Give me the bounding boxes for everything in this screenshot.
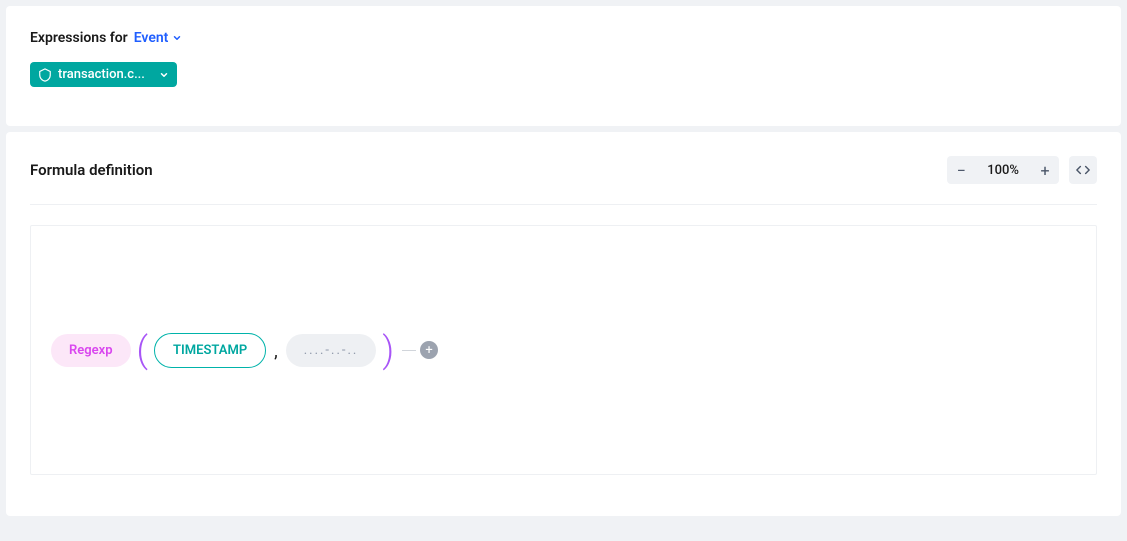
- connector-line: [402, 350, 416, 351]
- formula-header: Formula definition − 100% +: [30, 156, 1097, 205]
- formula-panel: Formula definition − 100% + Regexp ( TIM…: [6, 132, 1121, 516]
- transaction-chip[interactable]: transaction.c...: [30, 62, 177, 87]
- transaction-chip-text: transaction.c...: [58, 67, 145, 82]
- zoom-out-button[interactable]: −: [947, 156, 975, 184]
- expressions-header: Expressions for Event: [30, 30, 1097, 46]
- add-expression-button[interactable]: +: [420, 341, 438, 359]
- argument-pill-timestamp[interactable]: TIMESTAMP: [154, 333, 266, 368]
- argument-pill-pattern[interactable]: ....-..-..: [286, 334, 377, 367]
- expressions-label: Expressions for: [30, 30, 128, 46]
- zoom-value: 100%: [975, 163, 1031, 178]
- data-icon: [38, 68, 52, 82]
- comma-separator: ,: [270, 341, 282, 368]
- formula-expression: Regexp ( TIMESTAMP , ....-..-.. ) +: [51, 332, 438, 368]
- expressions-panel: Expressions for Event transaction.c...: [6, 6, 1121, 126]
- zoom-in-button[interactable]: +: [1031, 156, 1059, 184]
- formula-controls: − 100% +: [947, 156, 1097, 184]
- open-paren: (: [135, 332, 151, 368]
- formula-title: Formula definition: [30, 161, 153, 179]
- function-pill-regexp[interactable]: Regexp: [51, 334, 131, 367]
- chevron-down-icon: [159, 70, 169, 80]
- chevron-down-icon: [172, 33, 182, 43]
- event-dropdown-label: Event: [134, 30, 169, 46]
- zoom-control: − 100% +: [947, 156, 1059, 184]
- code-icon: [1076, 163, 1090, 177]
- close-paren: ): [380, 332, 396, 368]
- event-dropdown[interactable]: Event: [134, 30, 183, 46]
- formula-canvas[interactable]: Regexp ( TIMESTAMP , ....-..-.. ) +: [30, 225, 1097, 475]
- code-view-toggle[interactable]: [1069, 156, 1097, 184]
